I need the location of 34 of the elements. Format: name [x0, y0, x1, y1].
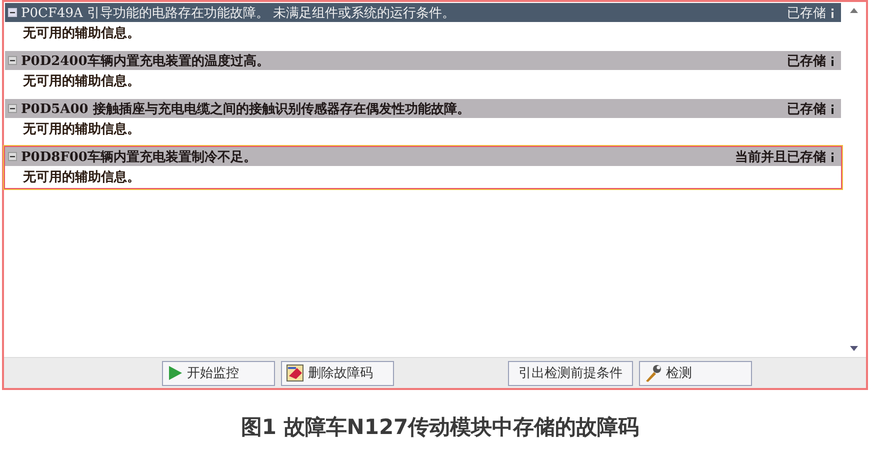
eraser-icon: [286, 364, 304, 382]
fault-detail: 无可用的辅助信息。: [22, 169, 141, 187]
fault-header[interactable]: P0D8F00车辆内置充电装置制冷不足。 当前并且已存储: [5, 147, 841, 166]
fault-header[interactable]: P0CF49A 引导功能的电路存在功能故障。 未满足组件或系统的运行条件。 已存储: [5, 3, 841, 22]
collapse-icon[interactable]: [8, 152, 17, 161]
toolbar-button[interactable]: 开始监控: [162, 360, 275, 386]
scroll-down-icon[interactable]: [850, 346, 858, 351]
fault-header[interactable]: P0D2400车辆内置充电装置的温度过高。 已存储: [5, 51, 841, 70]
toolbar-button[interactable]: 引出检测前提条件: [508, 360, 633, 386]
scroll-up-icon[interactable]: [850, 8, 858, 13]
collapse-icon[interactable]: [8, 104, 17, 113]
fault-code: P0CF49A 引导功能的电路存在功能故障。 未满足组件或系统的运行条件。: [21, 4, 456, 22]
fault-detail: 无可用的辅助信息。: [22, 25, 141, 43]
play-icon: [167, 365, 183, 381]
info-icon[interactable]: [830, 152, 835, 162]
toolbar-button[interactable]: 删除故障码: [281, 360, 394, 386]
figure-caption: 图1 故障车N127传动模块中存储的故障码: [240, 414, 640, 441]
collapse-icon[interactable]: [8, 56, 17, 65]
info-icon[interactable]: [830, 56, 835, 66]
fault-status: 当前并且已存储: [735, 148, 826, 166]
fault-code: P0D2400车辆内置充电装置的温度过高。: [21, 52, 270, 70]
fault-detail: 无可用的辅助信息。: [22, 121, 141, 139]
fault-code: P0D5A00 接触插座与充电电缆之间的接触识别传感器存在偶发性功能故障。: [21, 100, 471, 118]
fault-status: 已存储: [787, 4, 826, 22]
toolbar-button[interactable]: 检测: [639, 360, 752, 386]
fault-header[interactable]: P0D5A00 接触插座与充电电缆之间的接触识别传感器存在偶发性功能故障。 已存储: [5, 99, 841, 118]
fault-code: P0D8F00车辆内置充电装置制冷不足。: [21, 148, 258, 166]
fault-status: 已存储: [787, 52, 826, 70]
fault-detail: 无可用的辅助信息。: [22, 73, 141, 91]
info-icon[interactable]: [830, 8, 835, 18]
fault-status: 已存储: [787, 100, 826, 118]
info-icon[interactable]: [830, 104, 835, 114]
collapse-icon[interactable]: [8, 8, 17, 17]
wrench-icon: [644, 364, 662, 382]
